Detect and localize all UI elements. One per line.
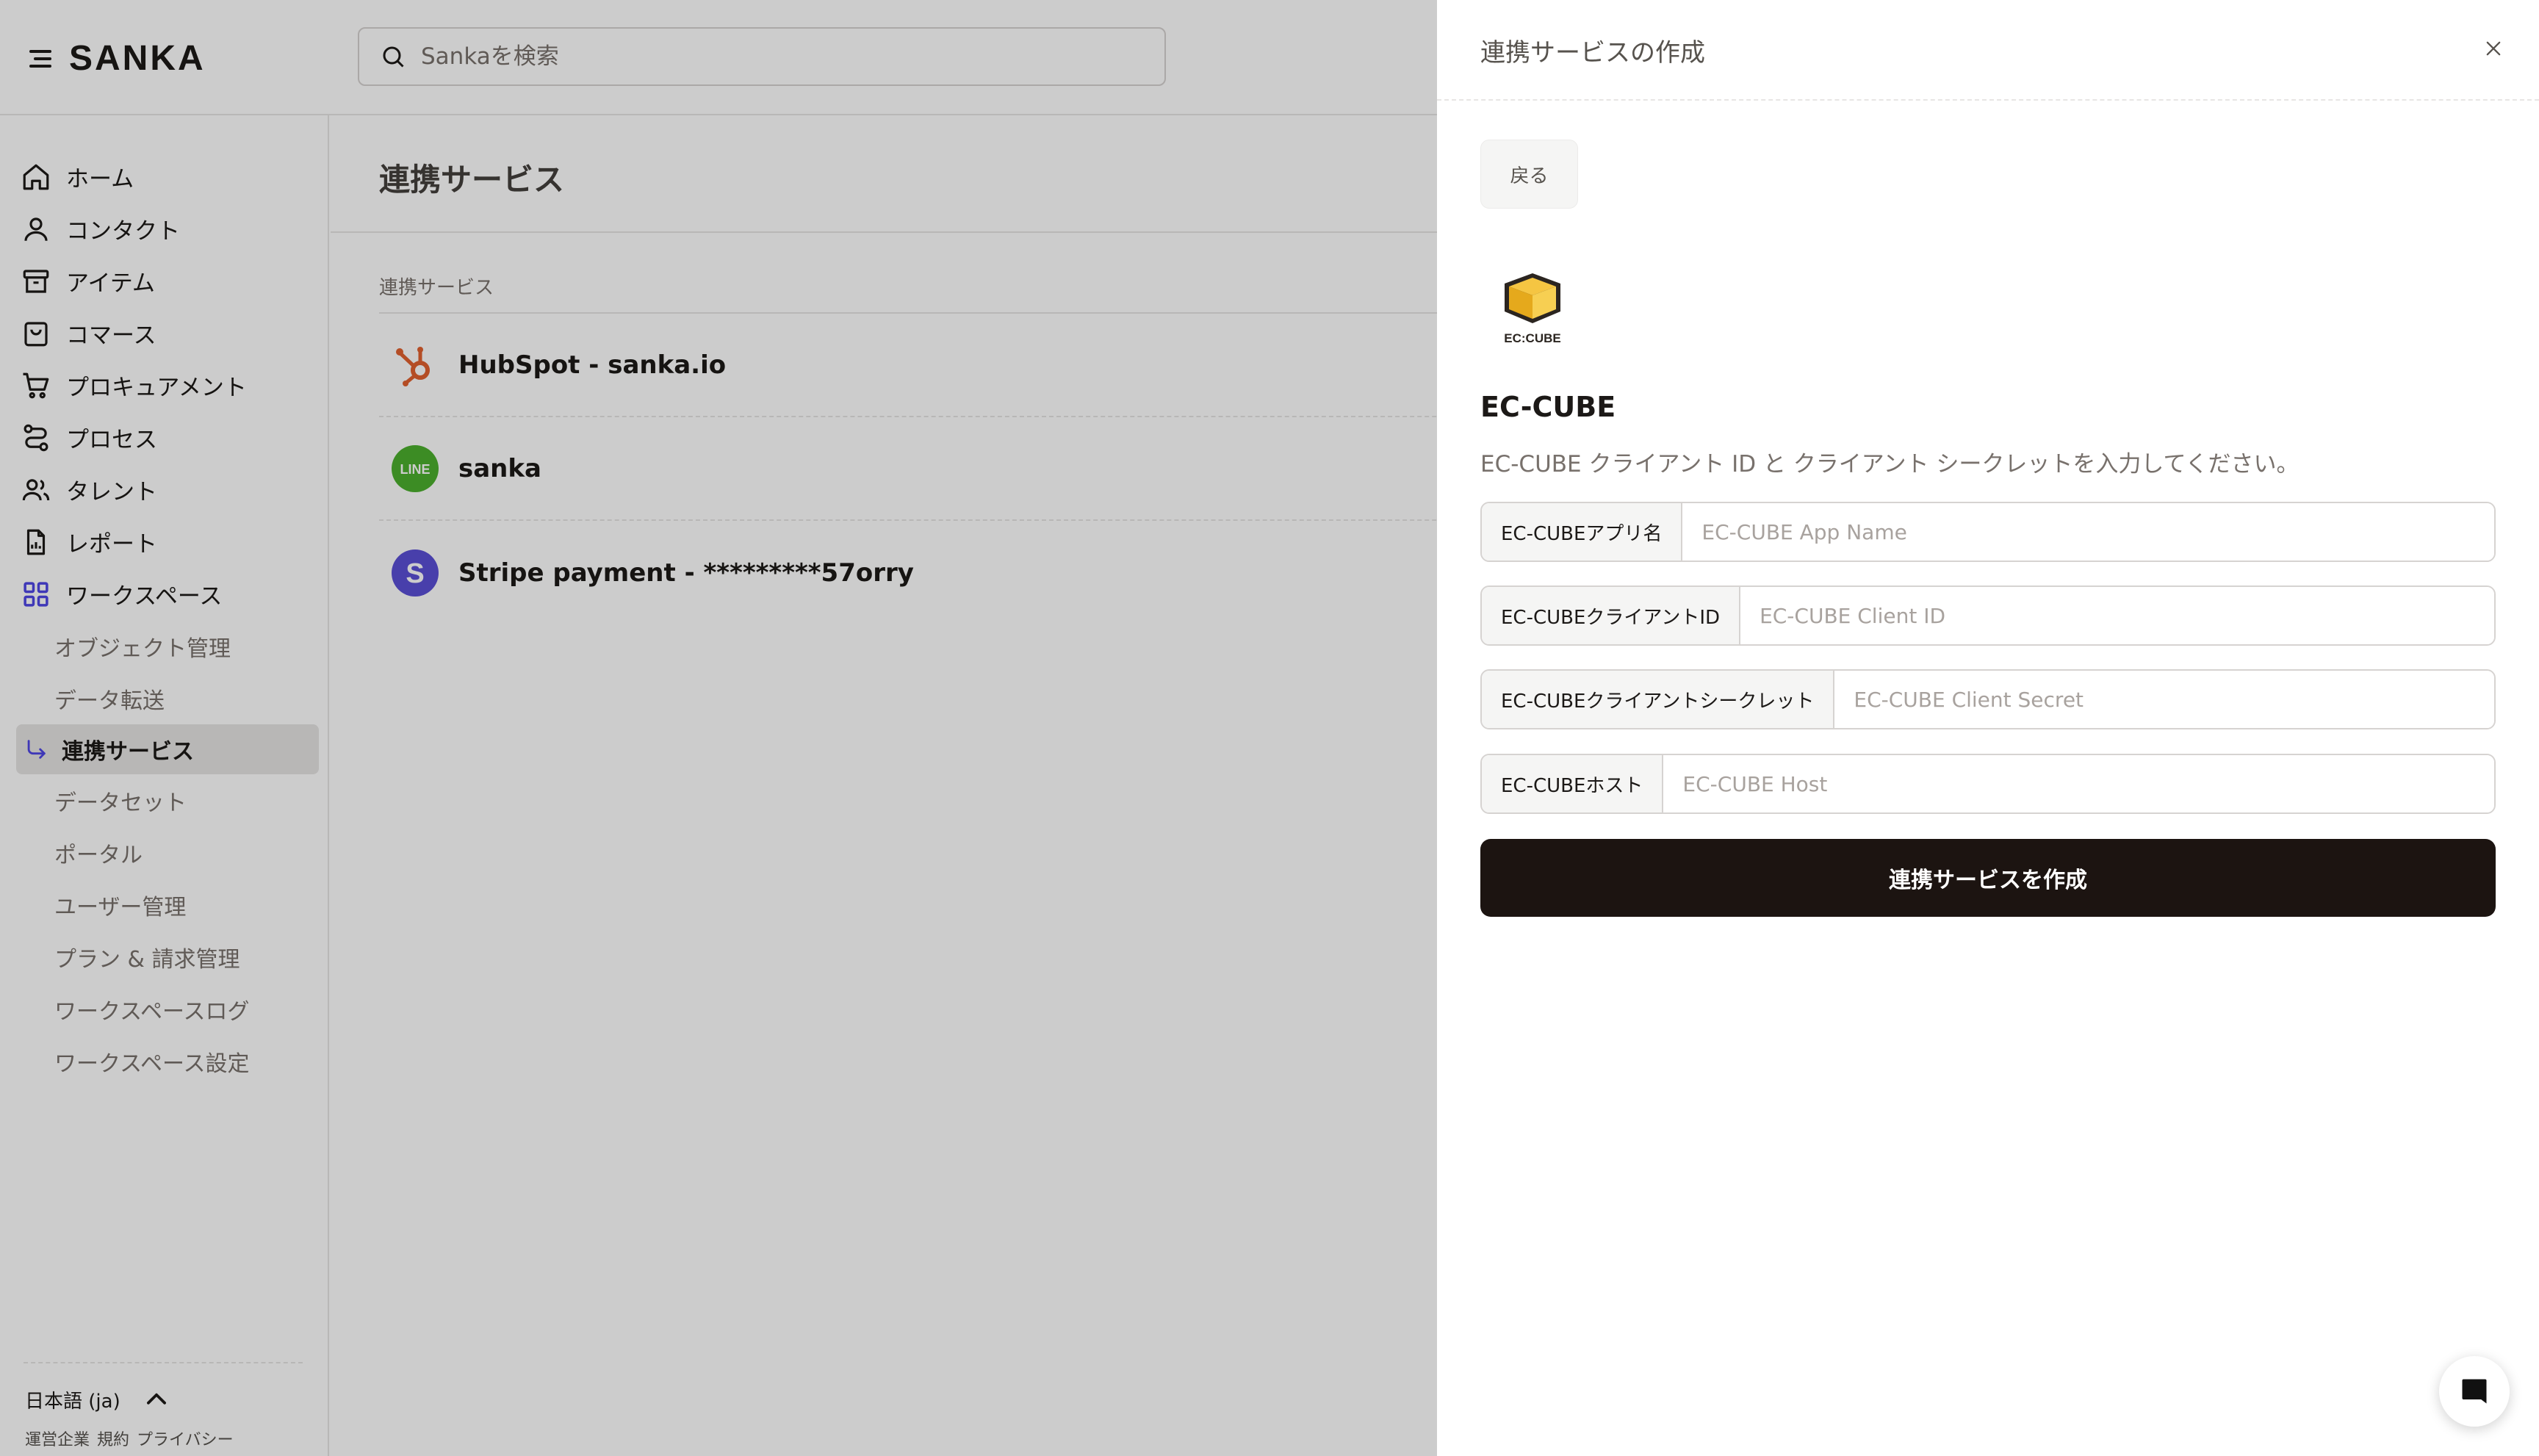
app-root: SANKA ホーム コンタクト アイテム コマース bbox=[0, 0, 2539, 1456]
client-secret-label: EC-CUBEクライアントシークレット bbox=[1482, 671, 1835, 728]
modal-backdrop[interactable] bbox=[0, 0, 1437, 1456]
ec-cube-logo: EC:CUBE bbox=[1504, 273, 1561, 345]
app-name-input[interactable] bbox=[1682, 503, 2494, 561]
back-button[interactable]: 戻る bbox=[1480, 140, 1578, 209]
client-id-label: EC-CUBEクライアントID bbox=[1482, 587, 1741, 644]
host-field: EC-CUBEホスト bbox=[1480, 754, 2496, 814]
drawer-header: 連携サービスの作成 bbox=[1437, 0, 2539, 101]
close-button[interactable] bbox=[2479, 34, 2508, 63]
close-icon bbox=[2486, 41, 2501, 56]
chat-widget-button[interactable] bbox=[2439, 1356, 2510, 1427]
service-name: EC-CUBE bbox=[1480, 391, 1616, 423]
client-secret-field: EC-CUBEクライアントシークレット bbox=[1480, 669, 2496, 729]
app-name-field: EC-CUBEアプリ名 bbox=[1480, 502, 2496, 562]
host-input[interactable] bbox=[1663, 755, 2494, 812]
service-description: EC-CUBE クライアント ID と クライアント シークレットを入力してくだ… bbox=[1480, 451, 2299, 477]
host-label: EC-CUBEホスト bbox=[1482, 755, 1664, 812]
create-integration-button[interactable]: 連携サービスを作成 bbox=[1480, 839, 2496, 917]
ec-cube-logo-text: EC:CUBE bbox=[1504, 331, 1560, 345]
app-name-label: EC-CUBEアプリ名 bbox=[1482, 503, 1683, 561]
client-id-input[interactable] bbox=[1740, 587, 2494, 644]
drawer-title: 連携サービスの作成 bbox=[1480, 38, 1705, 68]
create-integration-drawer: 連携サービスの作成 戻る EC:CUBE EC-CUBE EC-CUBE クライ… bbox=[1437, 0, 2539, 1456]
client-secret-input[interactable] bbox=[1834, 671, 2494, 728]
client-id-field: EC-CUBEクライアントID bbox=[1480, 585, 2496, 646]
chat-icon bbox=[2462, 1379, 2487, 1404]
